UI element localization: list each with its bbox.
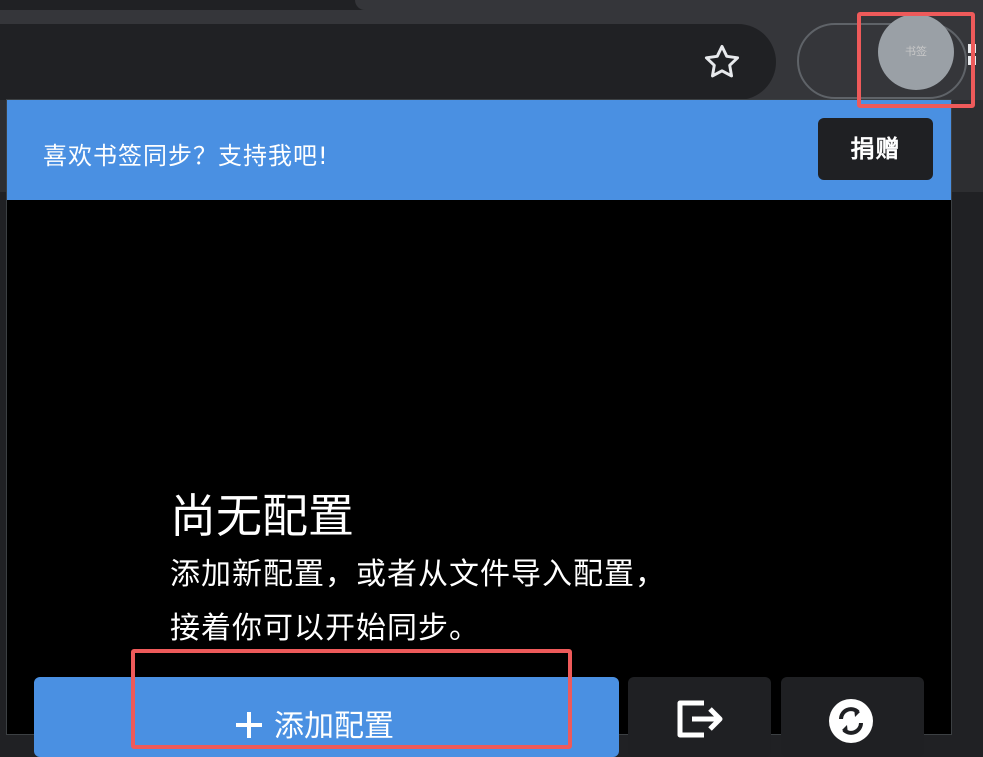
browser-toolbar [0, 10, 983, 100]
import-icon [677, 700, 723, 738]
banner-text: 喜欢书签同步？支持我吧! [43, 142, 329, 170]
import-config-button[interactable] [628, 677, 771, 757]
sync-button[interactable] [781, 677, 924, 757]
extension-popup: 喜欢书签同步？支持我吧! 捐赠 尚无配置 添加新配置，或者从文件导入配置， 接着… [7, 100, 951, 757]
empty-state-description: 添加新配置，或者从文件导入配置， 接着你可以开始同步。 [170, 557, 666, 646]
address-bar[interactable] [0, 24, 776, 100]
star-icon[interactable] [700, 40, 744, 84]
sync-icon [829, 699, 873, 743]
add-button-highlight-box [131, 649, 572, 749]
avatar-highlight-box [857, 12, 975, 108]
support-banner: 喜欢书签同步？支持我吧! 捐赠 [7, 100, 951, 200]
empty-state-title: 尚无配置 [170, 489, 354, 543]
active-tab-edge [355, 0, 983, 10]
donate-button[interactable]: 捐赠 [818, 118, 933, 180]
